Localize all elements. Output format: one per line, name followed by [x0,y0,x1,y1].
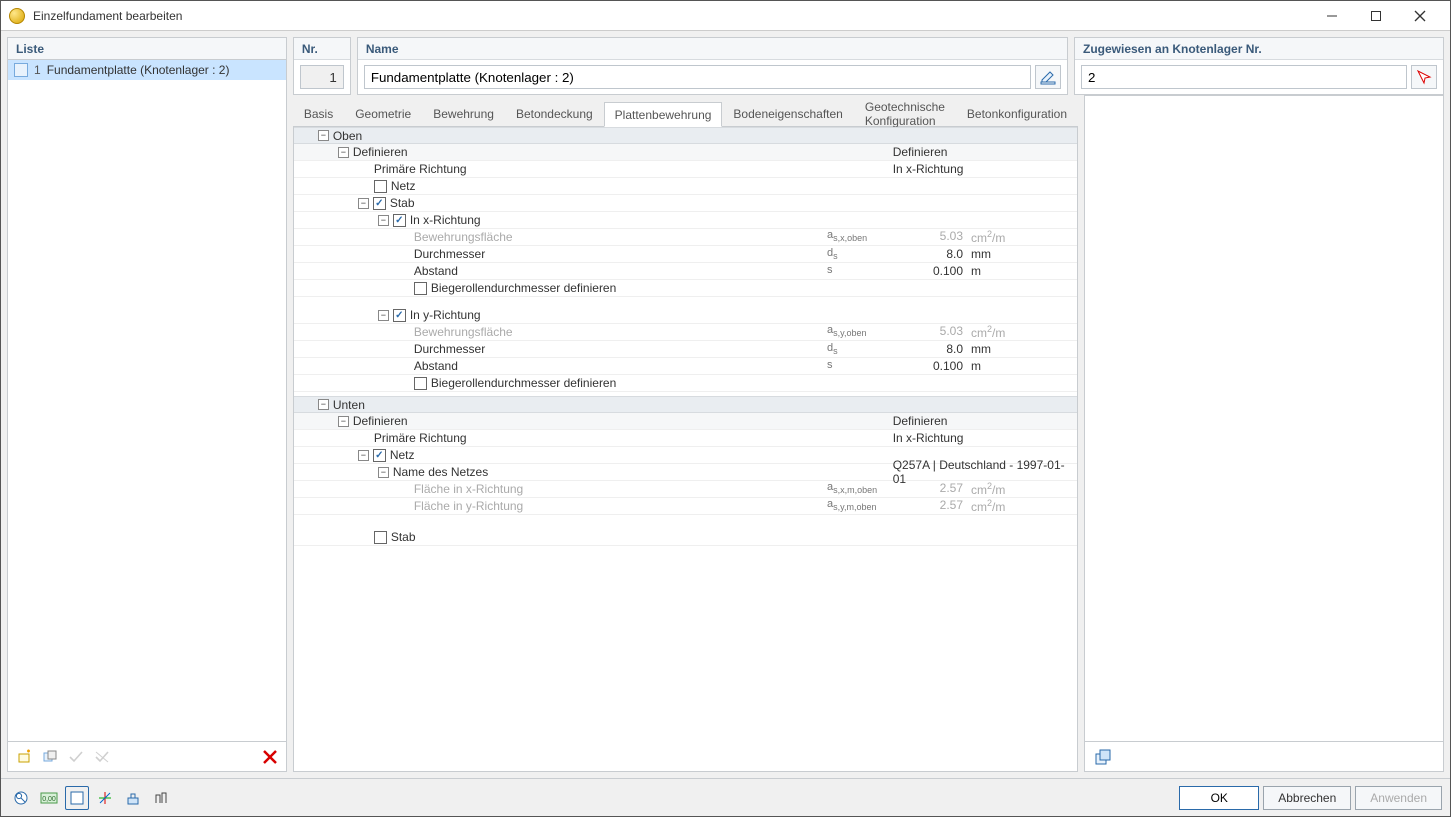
apply-button[interactable]: Anwenden [1355,786,1442,810]
row-oben-y-abst[interactable]: Abstand s0.100m [294,358,1077,375]
uncheck-button [90,745,114,769]
property-grid: −Oben −Definieren Definieren Primäre Ric… [293,127,1078,772]
foundation-icon [14,63,28,77]
view2-button[interactable] [93,786,117,810]
preview-area [1084,95,1444,742]
checkbox-y-oben[interactable] [393,309,406,322]
row-oben-x-durch[interactable]: Durchmesser ds8.0mm [294,246,1077,263]
expander-icon[interactable]: − [318,399,329,410]
tabs: Basis Geometrie Bewehrung Betondeckung P… [293,101,1078,127]
app-icon [9,8,25,24]
row-unten-definieren[interactable]: −Definieren Definieren [294,413,1077,430]
checkbox-biege-x-oben[interactable] [414,282,427,295]
row-unten-fy: Fläche in y-Richtung as,y,m,oben2.57cm2/… [294,498,1077,515]
row-oben-y-biege[interactable]: Biegerollendurchmesser definieren [294,375,1077,392]
nr-label: Nr. [294,38,350,60]
row-oben-y[interactable]: −In y-Richtung [294,307,1077,324]
row-unten-netzname[interactable]: −Name des Netzes Q257A | Deutschland - 1… [294,464,1077,481]
row-oben-primare[interactable]: Primäre Richtung In x-Richtung [294,161,1077,178]
row-unten-stab[interactable]: Stab [294,529,1077,546]
list-body: 1 Fundamentplatte (Knotenlager : 2) [8,60,286,741]
preview-toolbar [1084,742,1444,772]
checkbox-stab-unten[interactable] [374,531,387,544]
row-oben-x-abst[interactable]: Abstand s0.100m [294,263,1077,280]
group-oben[interactable]: −Oben [294,127,1077,144]
tab-betonkonfiguration[interactable]: Betonkonfiguration [956,101,1078,126]
row-oben-x[interactable]: −In x-Richtung [294,212,1077,229]
minimize-button[interactable] [1310,2,1354,30]
checkbox-biege-y-oben[interactable] [414,377,427,390]
cancel-button[interactable]: Abbrechen [1263,786,1351,810]
view3-button[interactable] [121,786,145,810]
list-panel: Liste 1 Fundamentplatte (Knotenlager : 2… [7,37,287,772]
copy-item-button[interactable] [38,745,62,769]
delete-item-button[interactable] [258,745,282,769]
row-oben-y-durch[interactable]: Durchmesser ds8.0mm [294,341,1077,358]
tab-betondeckung[interactable]: Betondeckung [505,101,604,126]
row-unten-fx: Fläche in x-Richtung as,x,m,oben2.57cm2/… [294,481,1077,498]
titlebar: Einzelfundament bearbeiten [1,1,1450,31]
row-oben-x-biege[interactable]: Biegerollendurchmesser definieren [294,280,1077,297]
row-oben-netz[interactable]: Netz [294,178,1077,195]
expander-icon[interactable]: − [358,450,369,461]
tab-bewehrung[interactable]: Bewehrung [422,101,505,126]
checkbox-x-oben[interactable] [393,214,406,227]
list-item-index: 1 [34,63,41,77]
help-button[interactable] [9,786,33,810]
tab-bodeneigenschaften[interactable]: Bodeneigenschaften [722,101,853,126]
expander-icon[interactable]: − [378,310,389,321]
row-oben-x-bflaeche: Bewehrungsfläche as,x,oben5.03cm2/m [294,229,1077,246]
row-oben-y-bflaeche: Bewehrungsfläche as,y,oben5.03cm2/m [294,324,1077,341]
new-item-button[interactable] [12,745,36,769]
expander-icon[interactable]: − [358,198,369,209]
check-button [64,745,88,769]
expander-icon[interactable]: − [338,416,349,427]
expander-icon[interactable]: − [378,215,389,226]
ok-button[interactable]: OK [1179,786,1259,810]
pick-node-button[interactable] [1411,65,1437,89]
view4-button[interactable] [149,786,173,810]
row-oben-stab[interactable]: −Stab [294,195,1077,212]
list-header: Liste [8,38,286,60]
name-input[interactable] [364,65,1031,89]
checkbox-netz-unten[interactable] [373,449,386,462]
nr-cell: Nr. [293,37,351,95]
expander-icon[interactable]: − [318,130,329,141]
expander-icon[interactable]: − [378,467,389,478]
edit-name-button[interactable] [1035,65,1061,89]
tab-geotechnische[interactable]: Geotechnische Konfiguration [854,101,956,126]
tab-plattenbewehrung[interactable]: Plattenbewehrung [604,102,723,127]
close-button[interactable] [1398,2,1442,30]
window-title: Einzelfundament bearbeiten [33,9,182,23]
row-oben-definieren[interactable]: −Definieren Definieren [294,144,1077,161]
assigned-input[interactable] [1081,65,1407,89]
show-3d-button[interactable] [1091,745,1115,769]
maximize-button[interactable] [1354,2,1398,30]
tab-geometrie[interactable]: Geometrie [344,101,422,126]
row-unten-primare[interactable]: Primäre Richtung In x-Richtung [294,430,1077,447]
list-item-label: Fundamentplatte (Knotenlager : 2) [47,63,230,77]
list-toolbar [8,741,286,771]
group-unten[interactable]: −Unten [294,396,1077,413]
tab-basis[interactable]: Basis [293,101,344,126]
checkbox-netz-oben[interactable] [374,180,387,193]
svg-text:0,00: 0,00 [42,796,56,803]
nr-input[interactable] [300,65,344,89]
name-label: Name [358,38,1067,60]
units-button[interactable]: 0,00 [37,786,61,810]
footer: 0,00 OK Abbrechen Anwenden [1,778,1450,816]
expander-icon[interactable]: − [338,147,349,158]
name-cell: Name [357,37,1068,95]
assigned-cell: Zugewiesen an Knotenlager Nr. [1074,37,1444,95]
list-item[interactable]: 1 Fundamentplatte (Knotenlager : 2) [8,60,286,80]
view1-button[interactable] [65,786,89,810]
assigned-label: Zugewiesen an Knotenlager Nr. [1075,38,1443,60]
checkbox-stab-oben[interactable] [373,197,386,210]
